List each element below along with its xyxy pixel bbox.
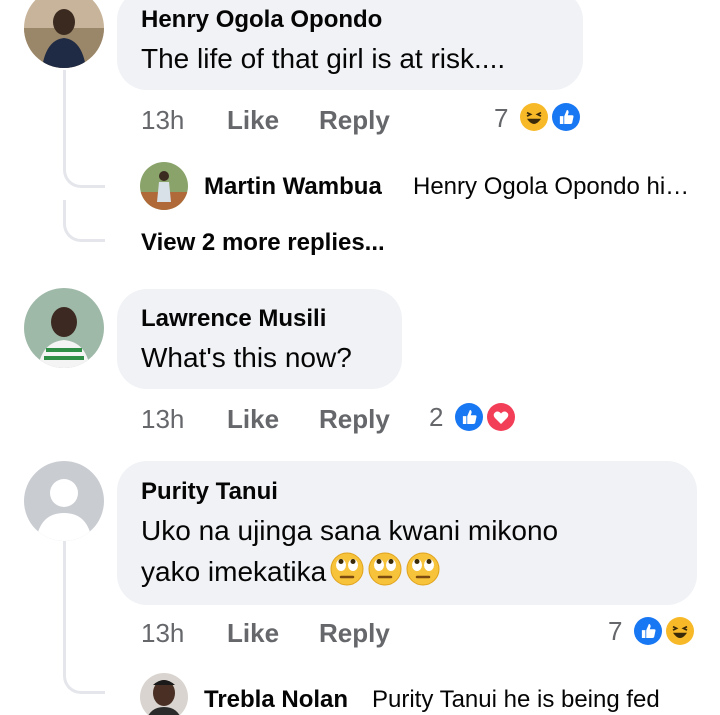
like-icon: [632, 615, 664, 647]
reply-author[interactable]: Martin Wambua: [204, 172, 382, 202]
comment-text: What's this now?: [141, 342, 352, 373]
comment-text-line-2-text: yako imekatika: [141, 556, 327, 587]
avatar[interactable]: [24, 288, 104, 368]
avatar[interactable]: [24, 461, 104, 541]
reply-button[interactable]: Reply: [319, 618, 390, 648]
face-with-rolling-eyes-icon: [368, 552, 402, 586]
thread-connector: [63, 650, 105, 694]
reply-text[interactable]: Purity Tanui he is being fed: [372, 685, 660, 715]
like-button[interactable]: Like: [227, 105, 279, 135]
reaction-count[interactable]: 7: [608, 616, 622, 646]
comment-author[interactable]: Purity Tanui: [141, 478, 278, 506]
reply-button[interactable]: Reply: [319, 404, 390, 434]
comment-timestamp[interactable]: 13h: [141, 404, 184, 434]
comment-timestamp[interactable]: 13h: [141, 105, 184, 135]
thread-connector: [63, 150, 105, 188]
face-with-rolling-eyes-icon: [406, 552, 440, 586]
comment-author[interactable]: Henry Ogola Opondo: [141, 6, 382, 34]
avatar[interactable]: [140, 162, 188, 210]
avatar[interactable]: [140, 673, 188, 715]
reaction-count[interactable]: 7: [494, 103, 508, 133]
love-icon: [485, 401, 517, 433]
like-button[interactable]: Like: [227, 404, 279, 434]
reply-author[interactable]: Trebla Nolan: [204, 685, 348, 715]
comment-text-line-1: Uko na ujinga sana kwani mikono: [141, 515, 559, 546]
like-icon: [453, 401, 485, 433]
face-with-rolling-eyes-icon: [330, 552, 364, 586]
haha-icon: [518, 101, 550, 133]
haha-icon: [664, 615, 696, 647]
comment-timestamp[interactable]: 13h: [141, 618, 184, 648]
like-button[interactable]: Like: [227, 618, 279, 648]
like-icon: [550, 101, 582, 133]
comment-text: The life of that girl is at risk....: [141, 43, 506, 74]
comment-text-line-2: yako imekatika: [141, 552, 440, 592]
comment-author[interactable]: Lawrence Musili: [141, 305, 326, 333]
reply-text[interactable]: Henry Ogola Opondo hi…: [413, 172, 689, 202]
thread-line: [63, 540, 66, 660]
reply-button[interactable]: Reply: [319, 105, 390, 135]
reaction-count[interactable]: 2: [429, 402, 443, 432]
thread-connector: [63, 200, 105, 242]
view-more-replies-link[interactable]: View 2 more replies...: [141, 228, 385, 258]
avatar[interactable]: [24, 0, 104, 68]
